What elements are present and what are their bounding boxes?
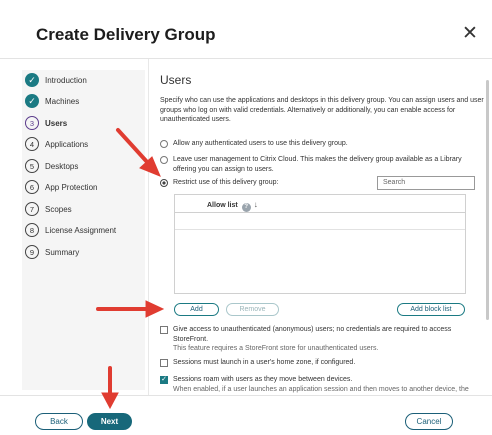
radio-button[interactable] [160, 140, 168, 148]
step-number: 5 [25, 159, 39, 173]
next-button[interactable]: Next [87, 413, 132, 430]
step-number: 9 [25, 245, 39, 259]
step-label: App Protection [45, 182, 98, 192]
step-label: Summary [45, 247, 80, 257]
step-license-assignment[interactable]: 8 License Assignment [25, 222, 116, 238]
sort-down-arrow-icon[interactable]: ↓ [254, 200, 258, 209]
step-label: Users [45, 118, 68, 128]
page-description: Specify who can use the applications and… [160, 97, 484, 123]
check-icon: ✓ [25, 94, 39, 108]
step-desktops[interactable]: 5 Desktops [25, 158, 78, 174]
step-number: 8 [25, 223, 39, 237]
allow-list-header-label: Allow list [207, 202, 238, 209]
step-app-protection[interactable]: 6 App Protection [25, 179, 97, 195]
search-input[interactable]: Search [377, 176, 475, 190]
checkbox-text: Sessions roam with users as they move be… [173, 375, 478, 395]
step-machines[interactable]: ✓ Machines [25, 93, 79, 109]
wizard-steps-sidebar: ✓ Introduction ✓ Machines 3 Users 4 Appl… [22, 70, 145, 390]
step-number: 3 [25, 116, 39, 130]
checkbox-sessions-roam[interactable]: ✓ Sessions roam with users as they move … [160, 375, 478, 395]
checkbox-label: Give access to unauthenticated (anonymou… [173, 326, 452, 343]
step-scopes[interactable]: 7 Scopes [25, 201, 72, 217]
add-button[interactable]: Add [174, 303, 219, 316]
radio-button[interactable] [160, 179, 168, 187]
checkbox-label: Sessions roam with users as they move be… [173, 376, 353, 383]
add-block-list-button[interactable]: Add block list [397, 303, 465, 316]
remove-button[interactable]: Remove [226, 303, 279, 316]
checkbox-sublabel: When enabled, if a user launches an appl… [173, 385, 469, 393]
radio-restrict[interactable]: Restrict use of this delivery group: [160, 178, 360, 188]
checkbox[interactable] [160, 326, 168, 334]
check-icon[interactable]: ✓ [160, 376, 168, 384]
step-number: 7 [25, 202, 39, 216]
checkbox-label: Sessions must launch in a user's home zo… [173, 359, 356, 366]
step-label: Applications [45, 139, 89, 149]
radio-label: Allow any authenticated users to use thi… [173, 140, 348, 147]
step-users[interactable]: 3 Users [25, 115, 67, 131]
step-label: Introduction [45, 75, 87, 85]
checkbox-text: Give access to unauthenticated (anonymou… [173, 325, 475, 354]
table-row-divider [175, 229, 465, 230]
radio-allow-any[interactable]: Allow any authenticated users to use thi… [160, 139, 480, 149]
step-label: Desktops [45, 161, 79, 171]
radio-button[interactable] [160, 156, 168, 164]
radio-label: Leave user management to Citrix Cloud. T… [173, 156, 462, 173]
close-icon[interactable]: ✕ [462, 24, 478, 44]
checkbox-unauthenticated[interactable]: Give access to unauthenticated (anonymou… [160, 325, 475, 354]
radio-citrix-cloud[interactable]: Leave user management to Citrix Cloud. T… [160, 155, 465, 174]
create-delivery-group-dialog: Create Delivery Group ✕ ✓ Introduction ✓… [0, 0, 492, 435]
checkbox-home-zone[interactable]: Sessions must launch in a user's home zo… [160, 358, 475, 368]
dialog-footer: Back Next Cancel [0, 395, 492, 435]
page-heading: Users [160, 73, 192, 87]
step-applications[interactable]: 4 Applications [25, 136, 88, 152]
dialog-title: Create Delivery Group [36, 25, 216, 44]
step-introduction[interactable]: ✓ Introduction [25, 72, 87, 88]
step-summary[interactable]: 9 Summary [25, 244, 79, 260]
step-label: Machines [45, 96, 80, 106]
check-icon: ✓ [25, 73, 39, 87]
step-number: 6 [25, 180, 39, 194]
checkbox-sublabel: This feature requires a StoreFront store… [173, 345, 379, 352]
checkbox[interactable] [160, 359, 168, 367]
allow-list-header[interactable]: Allow list? ↓ [175, 195, 465, 213]
info-icon[interactable]: ? [241, 203, 251, 212]
cancel-button[interactable]: Cancel [405, 413, 453, 430]
step-label: Scopes [45, 204, 72, 214]
back-button[interactable]: Back [35, 413, 83, 430]
users-page-content: Users Specify who can use the applicatio… [149, 59, 484, 395]
step-label: License Assignment [45, 225, 117, 235]
radio-label: Restrict use of this delivery group: [173, 179, 279, 186]
content-scrollbar[interactable] [486, 80, 489, 320]
step-number: 4 [25, 137, 39, 151]
allow-list-table: Allow list? ↓ [174, 194, 466, 294]
